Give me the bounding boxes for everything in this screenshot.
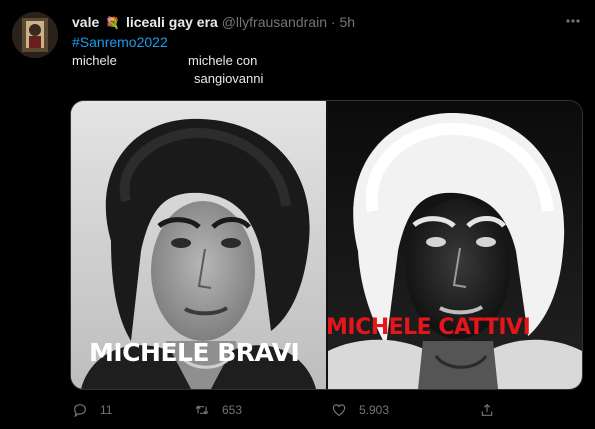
retweet-count: 653 — [222, 403, 243, 417]
retweet-button[interactable]: 653 — [194, 398, 242, 422]
tweet[interactable]: vale 💐 liceali gay era @llyfrausandrain … — [0, 0, 595, 429]
share-icon — [481, 403, 493, 416]
author-handle[interactable]: @llyfrausandrain — [222, 14, 327, 30]
reply-button[interactable]: 11 — [72, 398, 112, 422]
tweet-actions: 11 653 5.903 — [0, 398, 595, 422]
caption-right: MICHELE CATTIVI — [328, 315, 531, 340]
hashtag-link[interactable]: #Sanremo2022 — [72, 33, 168, 51]
author-name[interactable]: vale — [72, 14, 99, 30]
photo-right[interactable]: MICHELE CATTIVI — [328, 101, 582, 389]
caption-left: MICHELE BRAVI — [89, 338, 300, 367]
tweet-media[interactable]: MICHELE BRAVI MICHELE CATTIVI — [70, 100, 583, 390]
avatar[interactable] — [12, 12, 58, 58]
timestamp[interactable]: 5h — [339, 14, 355, 30]
reply-icon — [74, 404, 86, 418]
heart-icon — [332, 404, 346, 417]
like-count: 5.903 — [359, 403, 390, 417]
more-icon[interactable] — [562, 10, 584, 32]
tweet-text-col2-line2: sangiovanni — [194, 71, 264, 86]
tweet-text-col1: michele — [72, 53, 117, 68]
tweet-header: vale 💐 liceali gay era @llyfrausandrain … — [72, 13, 355, 32]
author-name-suffix[interactable]: liceali gay era — [126, 14, 218, 30]
reply-count: 11 — [100, 403, 113, 417]
like-button[interactable]: 5.903 — [331, 398, 389, 422]
share-button[interactable] — [479, 398, 507, 422]
retweet-icon — [195, 405, 209, 415]
separator-dot: · — [330, 14, 336, 30]
flower-icon: 💐 — [105, 16, 121, 30]
tweet-text-col2-line1: michele con — [188, 53, 258, 68]
